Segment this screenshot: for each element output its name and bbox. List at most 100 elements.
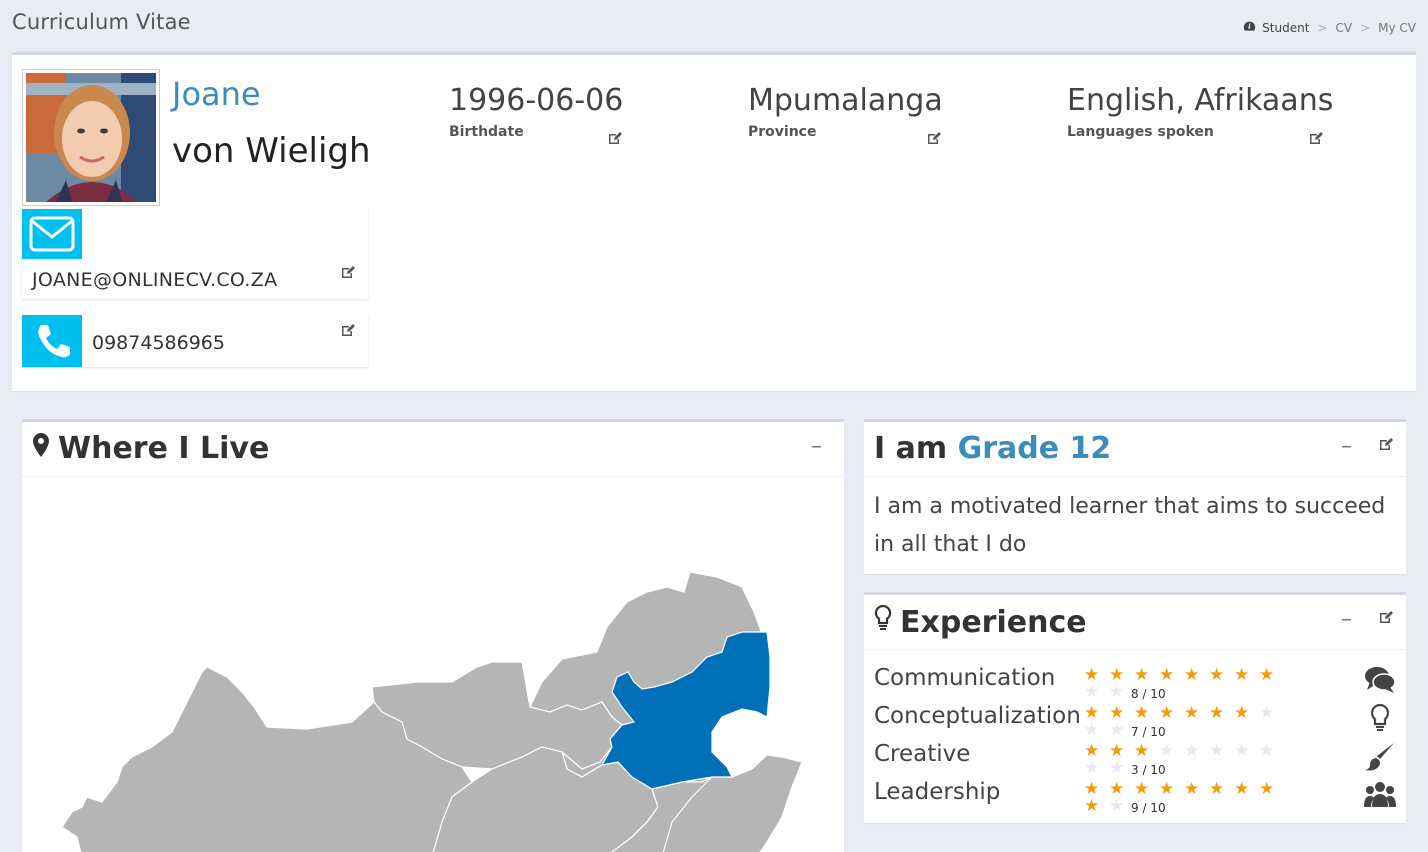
last-name: von Wieligh <box>172 131 371 171</box>
profile-photo[interactable] <box>22 69 160 206</box>
star-filled-icon[interactable]: ★ <box>1184 667 1209 684</box>
grade-value: Grade 12 <box>957 431 1112 466</box>
skill-score: 8 / 10 <box>1131 687 1166 701</box>
phone-info-box: 09874586965 <box>22 315 368 367</box>
star-empty-icon[interactable]: ★ <box>1084 722 1109 739</box>
profile-card: Joane von Wieligh JOANE@ONLINECV.CO.ZA 0… <box>12 52 1416 391</box>
languages-block: English, Afrikaans Languages spoken <box>1067 83 1337 144</box>
skill-score: 3 / 10 <box>1131 763 1166 777</box>
skill-row-communication: Communication ★ ★ ★ ★ ★ ★ ★ ★ ★ ★ 8 / 10 <box>874 665 1396 703</box>
star-filled-icon[interactable]: ★ <box>1134 705 1159 722</box>
page-title: Curriculum Vitae <box>12 10 191 34</box>
star-filled-icon[interactable]: ★ <box>1134 743 1159 760</box>
card-header: Where I Live – <box>22 422 844 477</box>
lightbulb-icon <box>874 604 892 640</box>
skill-name: Leadership <box>874 779 1001 805</box>
edit-languages-icon[interactable] <box>1308 130 1324 146</box>
star-filled-icon[interactable]: ★ <box>1209 781 1234 798</box>
star-empty-icon[interactable]: ★ <box>1159 743 1184 760</box>
divider <box>864 476 1406 477</box>
star-filled-icon[interactable]: ★ <box>1259 781 1284 798</box>
star-rating[interactable]: ★ ★ ★ ★ ★ ★ ★ ★ ★ ★ <box>1084 667 1284 701</box>
languages-value: English, Afrikaans <box>1067 83 1334 118</box>
envelope-icon <box>22 209 82 259</box>
province-block: Mpumalanga Province <box>748 83 948 144</box>
star-filled-icon[interactable]: ★ <box>1134 667 1159 684</box>
users-icon <box>1364 779 1396 809</box>
star-filled-icon[interactable]: ★ <box>1209 667 1234 684</box>
star-filled-icon[interactable]: ★ <box>1234 705 1259 722</box>
breadcrumb-cv-link[interactable]: CV <box>1335 21 1352 35</box>
where-i-live-card: Where I Live – <box>22 419 844 852</box>
grade-card: I am Grade 12 – I am a motivated learner… <box>864 419 1406 574</box>
star-filled-icon[interactable]: ★ <box>1159 781 1184 798</box>
star-filled-icon[interactable]: ★ <box>1159 705 1184 722</box>
star-empty-icon[interactable]: ★ <box>1084 760 1109 777</box>
phone-value: 09874586965 <box>92 332 225 354</box>
birthdate-label: Birthdate <box>449 124 524 140</box>
breadcrumb-separator: > <box>1317 21 1328 35</box>
collapse-button[interactable]: – <box>811 436 822 458</box>
star-filled-icon[interactable]: ★ <box>1259 667 1284 684</box>
grade-description: I am a motivated learner that aims to su… <box>874 494 1386 557</box>
star-filled-icon[interactable]: ★ <box>1184 705 1209 722</box>
map-marker-icon <box>32 431 50 466</box>
grade-title: I am Grade 12 <box>874 431 1111 466</box>
star-filled-icon[interactable]: ★ <box>1084 798 1109 815</box>
star-empty-icon[interactable]: ★ <box>1234 743 1259 760</box>
skill-name: Communication <box>874 665 1056 691</box>
star-filled-icon[interactable]: ★ <box>1209 705 1234 722</box>
breadcrumb-separator: > <box>1360 21 1371 35</box>
paintbrush-icon <box>1364 741 1396 771</box>
province-map[interactable] <box>22 477 844 852</box>
avatar <box>26 73 156 202</box>
breadcrumb-current: My CV <box>1378 21 1416 35</box>
divider <box>864 649 1406 650</box>
star-empty-icon[interactable]: ★ <box>1259 705 1284 722</box>
star-empty-icon[interactable]: ★ <box>1084 684 1109 701</box>
dashboard-icon <box>1243 20 1256 36</box>
star-empty-icon[interactable]: ★ <box>1209 743 1234 760</box>
email-info-box: JOANE@ONLINECV.CO.ZA <box>22 209 368 299</box>
phone-icon <box>22 315 82 367</box>
star-rating[interactable]: ★ ★ ★ ★ ★ ★ ★ ★ ★ ★ <box>1084 743 1284 777</box>
skill-row-leadership: Leadership ★ ★ ★ ★ ★ ★ ★ ★ ★ ★ 9 / 10 <box>874 779 1396 817</box>
star-filled-icon[interactable]: ★ <box>1134 781 1159 798</box>
star-filled-icon[interactable]: ★ <box>1234 781 1259 798</box>
province-label: Province <box>748 124 817 140</box>
edit-grade-icon[interactable] <box>1378 436 1394 452</box>
star-rating[interactable]: ★ ★ ★ ★ ★ ★ ★ ★ ★ ★ <box>1084 781 1284 815</box>
edit-experience-icon[interactable] <box>1378 609 1394 625</box>
edit-province-icon[interactable] <box>926 130 942 146</box>
skill-name: Conceptualization <box>874 703 1081 729</box>
edit-birthdate-icon[interactable] <box>607 130 623 146</box>
birthdate-block: 1996-06-06 Birthdate <box>449 83 629 144</box>
collapse-button[interactable]: – <box>1341 609 1352 631</box>
collapse-button[interactable]: – <box>1341 436 1352 458</box>
star-rating[interactable]: ★ ★ ★ ★ ★ ★ ★ ★ ★ ★ <box>1084 705 1284 739</box>
star-filled-icon[interactable]: ★ <box>1234 667 1259 684</box>
breadcrumb: Student > CV > My CV <box>1243 20 1416 36</box>
star-empty-icon[interactable]: ★ <box>1259 743 1284 760</box>
where-i-live-title: Where I Live <box>32 431 269 466</box>
email-value: JOANE@ONLINECV.CO.ZA <box>32 269 278 291</box>
lightbulb-icon <box>1364 703 1396 733</box>
skill-row-conceptualization: Conceptualization ★ ★ ★ ★ ★ ★ ★ ★ ★ ★ 7 / 10 <box>874 703 1396 741</box>
star-empty-icon[interactable]: ★ <box>1184 743 1209 760</box>
experience-card: Experience – Communication ★ ★ ★ ★ ★ ★ ★ ★ ★ ★ 8 … <box>864 592 1406 823</box>
province-value: Mpumalanga <box>748 83 943 118</box>
star-filled-icon[interactable]: ★ <box>1184 781 1209 798</box>
edit-email-icon[interactable] <box>340 264 356 280</box>
grade-prefix: I am <box>874 431 948 466</box>
edit-phone-icon[interactable] <box>340 322 356 338</box>
skill-score: 7 / 10 <box>1131 725 1166 739</box>
skill-name: Creative <box>874 741 971 767</box>
card-title-text: Where I Live <box>58 431 270 466</box>
comments-icon <box>1364 665 1396 695</box>
first-name: Joane <box>172 75 261 113</box>
breadcrumb-student-link[interactable]: Student <box>1262 21 1309 35</box>
star-filled-icon[interactable]: ★ <box>1159 667 1184 684</box>
skill-row-creative: Creative ★ ★ ★ ★ ★ ★ ★ ★ ★ ★ 3 / 10 <box>874 741 1396 779</box>
languages-label: Languages spoken <box>1067 124 1214 140</box>
skill-score: 9 / 10 <box>1131 801 1166 815</box>
